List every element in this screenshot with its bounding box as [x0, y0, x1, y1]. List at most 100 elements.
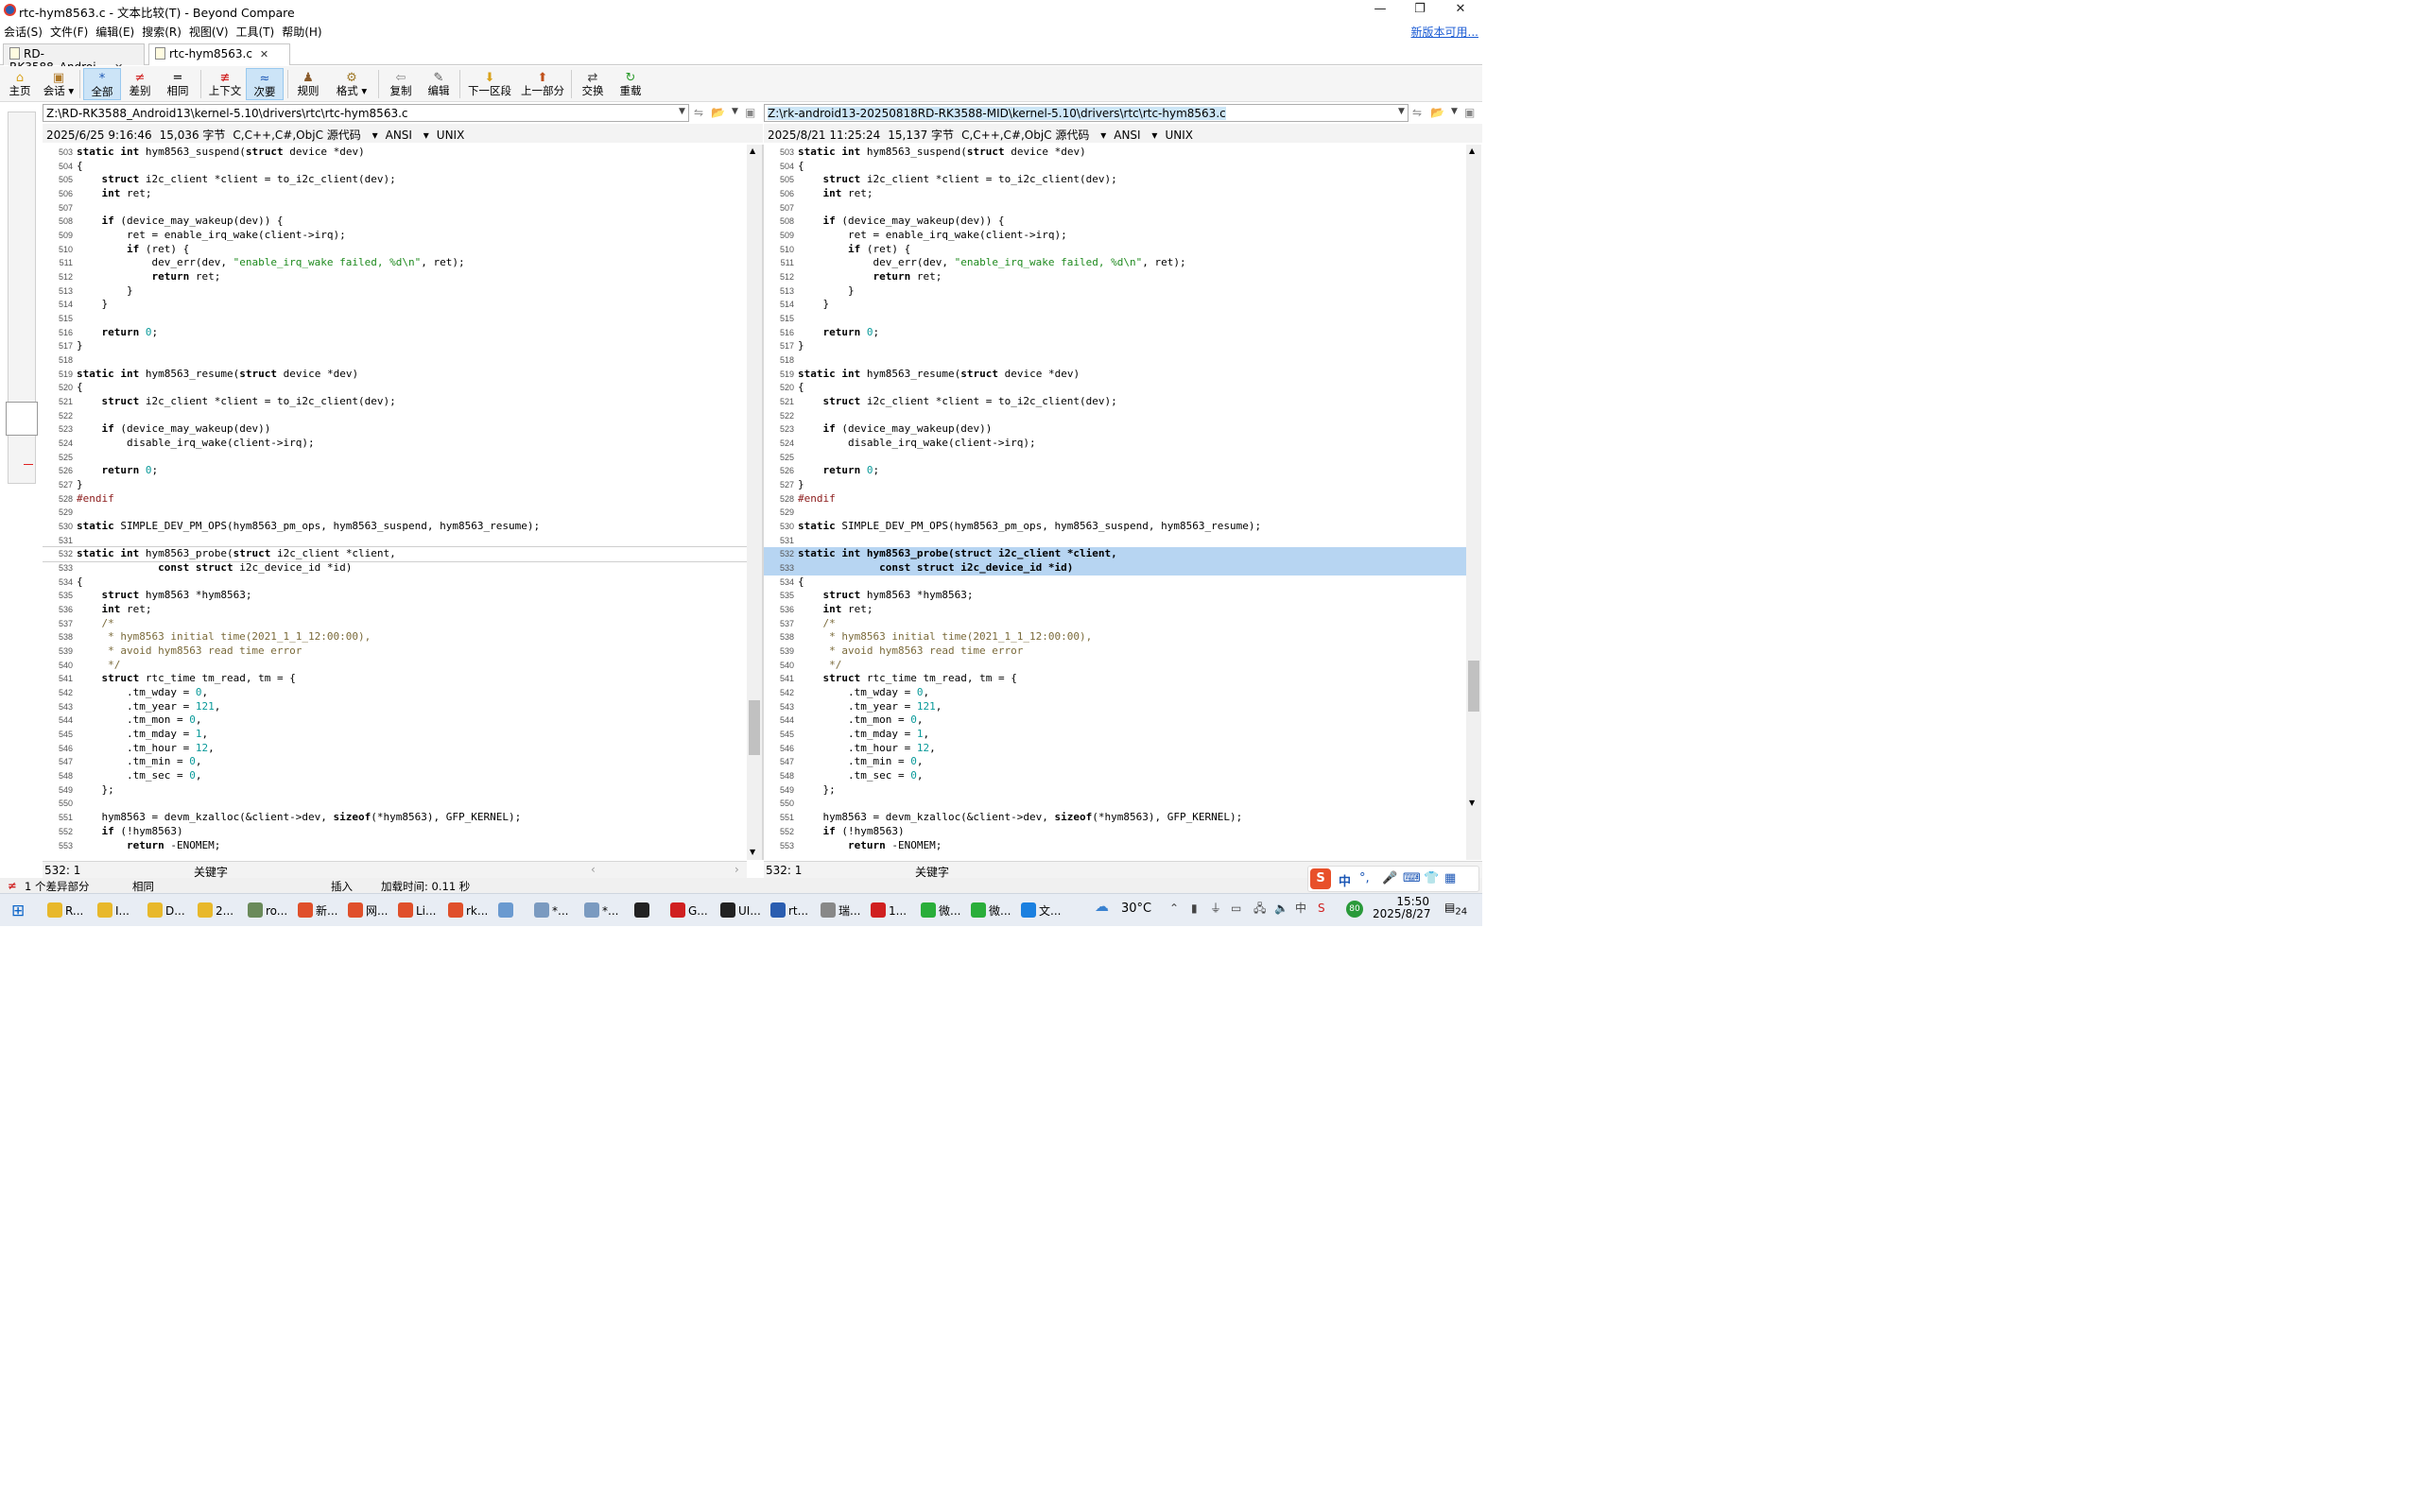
scroll-left-icon[interactable]: ‹ [591, 863, 596, 876]
code-line[interactable]: 542 .tm_wday = 0, [43, 686, 747, 700]
tray-usb-icon[interactable]: ⏚ [1210, 902, 1221, 915]
menu-search[interactable]: 搜索(R) [138, 21, 185, 40]
code-line[interactable]: 512 return ret; [764, 270, 1466, 284]
code-line[interactable]: 534 { [764, 576, 1466, 590]
taskbar-browser-button[interactable]: 文... [1021, 899, 1061, 923]
code-line[interactable]: 519 static int hym8563_resume(struct devi… [43, 368, 747, 382]
menu-session[interactable]: 会话(S) [0, 21, 46, 40]
taskbar-app-button[interactable]: 1... [871, 899, 907, 923]
overview-viewport[interactable] [6, 402, 38, 436]
menu-edit[interactable]: 编辑(E) [92, 21, 138, 40]
taskbar-wechat-button[interactable]: 微... [971, 899, 1011, 923]
code-line[interactable]: 510 if (ret) { [764, 243, 1466, 257]
code-line[interactable]: 523 if (device_may_wakeup(dev)) [43, 422, 747, 437]
code-line[interactable]: 541 struct rtc_time tm_read, tm = { [764, 672, 1466, 686]
code-line[interactable]: 519 static int hym8563_resume(struct devi… [764, 368, 1466, 382]
code-line[interactable]: 517} [764, 339, 1466, 353]
code-line[interactable]: 527} [43, 478, 747, 492]
tab-folder-compare[interactable]: RD-RK3588_Androi...✕ [3, 43, 145, 74]
ime-keyboard-icon[interactable]: ⌨ [1403, 871, 1421, 885]
code-line[interactable]: 509 ret = enable_irq_wake(client->irq); [43, 229, 747, 243]
code-line[interactable]: 539 * avoid hym8563 read time error [43, 644, 747, 659]
code-line[interactable]: 503 static int hym8563_suspend(struct dev… [43, 146, 747, 160]
code-line[interactable]: 536 int ret; [43, 603, 747, 617]
code-line[interactable]: 552 if (!hym8563) [43, 825, 747, 839]
code-line[interactable]: 540 */ [43, 659, 747, 673]
code-line[interactable]: 543 .tm_year = 121, [43, 700, 747, 714]
right-format[interactable]: C,C++,C#,ObjC 源代码 ▾ [961, 129, 1106, 142]
code-line[interactable]: 529 [43, 506, 747, 520]
code-line[interactable]: 518 [764, 353, 1466, 368]
ime-chinese-mode[interactable]: 中 [1339, 871, 1351, 889]
diff-overview-map[interactable] [6, 112, 38, 484]
code-line[interactable]: 548 .tm_sec = 0, [43, 769, 747, 783]
left-path-input[interactable]: Z:\RD-RK3588_Android13\kernel-5.10\drive… [43, 104, 689, 122]
code-line[interactable]: 521 struct i2c_client *client = to_i2c_c… [43, 395, 747, 409]
code-line[interactable]: 508 if (device_may_wakeup(dev)) { [764, 215, 1466, 229]
ime-skin-icon[interactable]: 👕 [1424, 871, 1439, 885]
network-icon[interactable]: 🖧 [1253, 902, 1266, 915]
taskbar-notepad-button[interactable]: *... [584, 899, 618, 923]
code-line[interactable]: 522 [43, 409, 747, 423]
code-line[interactable]: 518 [43, 353, 747, 368]
swap-button[interactable]: ⇄ 交换 [577, 68, 609, 100]
code-line[interactable]: 528 #endif [764, 492, 1466, 507]
taskbar-wechat-button[interactable]: 微... [921, 899, 960, 923]
code-line[interactable]: 503 static int hym8563_suspend(struct dev… [764, 146, 1466, 160]
right-eol[interactable]: UNIX [1165, 129, 1193, 142]
minor-button[interactable]: ≈ 次要 [246, 68, 284, 100]
code-line[interactable]: 544 .tm_mon = 0, [764, 713, 1466, 728]
code-line[interactable]: 553 return -ENOMEM; [764, 839, 1466, 853]
menu-help[interactable]: 帮助(H) [278, 21, 325, 40]
taskbar-file-explorer-button[interactable]: 2... [198, 899, 233, 923]
code-line[interactable]: 510 if (ret) { [43, 243, 747, 257]
code-line[interactable]: 511 dev_err(dev, "enable_irq_wake failed… [764, 256, 1466, 270]
taskbar-notepad-button[interactable]: *... [534, 899, 568, 923]
menu-view[interactable]: 视图(V) [185, 21, 233, 40]
code-line[interactable]: 507 [764, 201, 1466, 215]
tray-chevron-up-icon[interactable]: ⌃ [1169, 902, 1179, 915]
save-icon[interactable]: ▣ [745, 106, 755, 119]
save-icon[interactable]: ▣ [1464, 106, 1475, 119]
code-line[interactable]: 504 { [764, 160, 1466, 174]
weather-temp[interactable]: 30°C [1121, 902, 1151, 915]
volume-icon[interactable]: 🔈 [1274, 902, 1288, 915]
left-code-pane[interactable]: 503 static int hym8563_suspend(struct dev… [43, 145, 747, 860]
battery-badge[interactable]: 80 [1346, 901, 1363, 918]
code-line[interactable]: 552 if (!hym8563) [764, 825, 1466, 839]
code-line[interactable]: 550 [764, 797, 1466, 811]
code-line[interactable]: 525 [764, 451, 1466, 465]
code-line[interactable]: 545 .tm_mday = 1, [43, 728, 747, 742]
code-line[interactable]: 526 return 0; [764, 464, 1466, 478]
open-folder-icon[interactable]: 📂 [1430, 106, 1444, 119]
home-button[interactable]: ⌂ 主页 [4, 68, 36, 100]
code-line[interactable]: 511 dev_err(dev, "enable_irq_wake failed… [43, 256, 747, 270]
tab-close-icon[interactable]: ✕ [260, 48, 268, 60]
left-scrollbar-thumb[interactable] [749, 700, 760, 755]
code-line[interactable]: 545 .tm_mday = 1, [764, 728, 1466, 742]
code-line[interactable]: 547 .tm_min = 0, [43, 755, 747, 769]
code-line[interactable]: 530 static SIMPLE_DEV_PM_OPS(hym8563_pm_o… [43, 520, 747, 534]
code-line[interactable]: 512 return ret; [43, 270, 747, 284]
minimize-button[interactable]: — [1359, 0, 1401, 21]
code-line[interactable]: 520 { [764, 381, 1466, 395]
tab-text-compare[interactable]: rtc-hym8563.c ✕ [148, 43, 290, 65]
code-line[interactable]: 551 hym8563 = devm_kzalloc(&client->dev,… [43, 811, 747, 825]
edit-button[interactable]: ✎ 编辑 [422, 68, 456, 100]
context-button[interactable]: ≢ 上下文 [206, 68, 244, 100]
code-line[interactable]: 536 int ret; [764, 603, 1466, 617]
taskbar-chrome-button[interactable]: Li... [398, 899, 436, 923]
chevron-down-icon[interactable]: ▼ [1451, 107, 1458, 116]
show-all-button[interactable]: * 全部 [83, 68, 121, 100]
tray-ime-icon[interactable]: 中 [1295, 902, 1306, 915]
taskbar-paint-button[interactable] [498, 899, 516, 923]
code-line[interactable]: 553 return -ENOMEM; [43, 839, 747, 853]
code-line[interactable]: 544 .tm_mon = 0, [43, 713, 747, 728]
taskbar-tool-button[interactable]: 瑞... [821, 899, 860, 923]
code-line[interactable]: 515 [43, 312, 747, 326]
code-line[interactable]: 547 .tm_min = 0, [764, 755, 1466, 769]
code-line[interactable]: 538 * hym8563 initial time(2021_1_1_12:0… [43, 630, 747, 644]
right-scrollbar[interactable]: ▲ ▼ [1466, 145, 1481, 860]
code-line[interactable]: 520 { [43, 381, 747, 395]
code-line[interactable]: 539 * avoid hym8563 read time error [764, 644, 1466, 659]
